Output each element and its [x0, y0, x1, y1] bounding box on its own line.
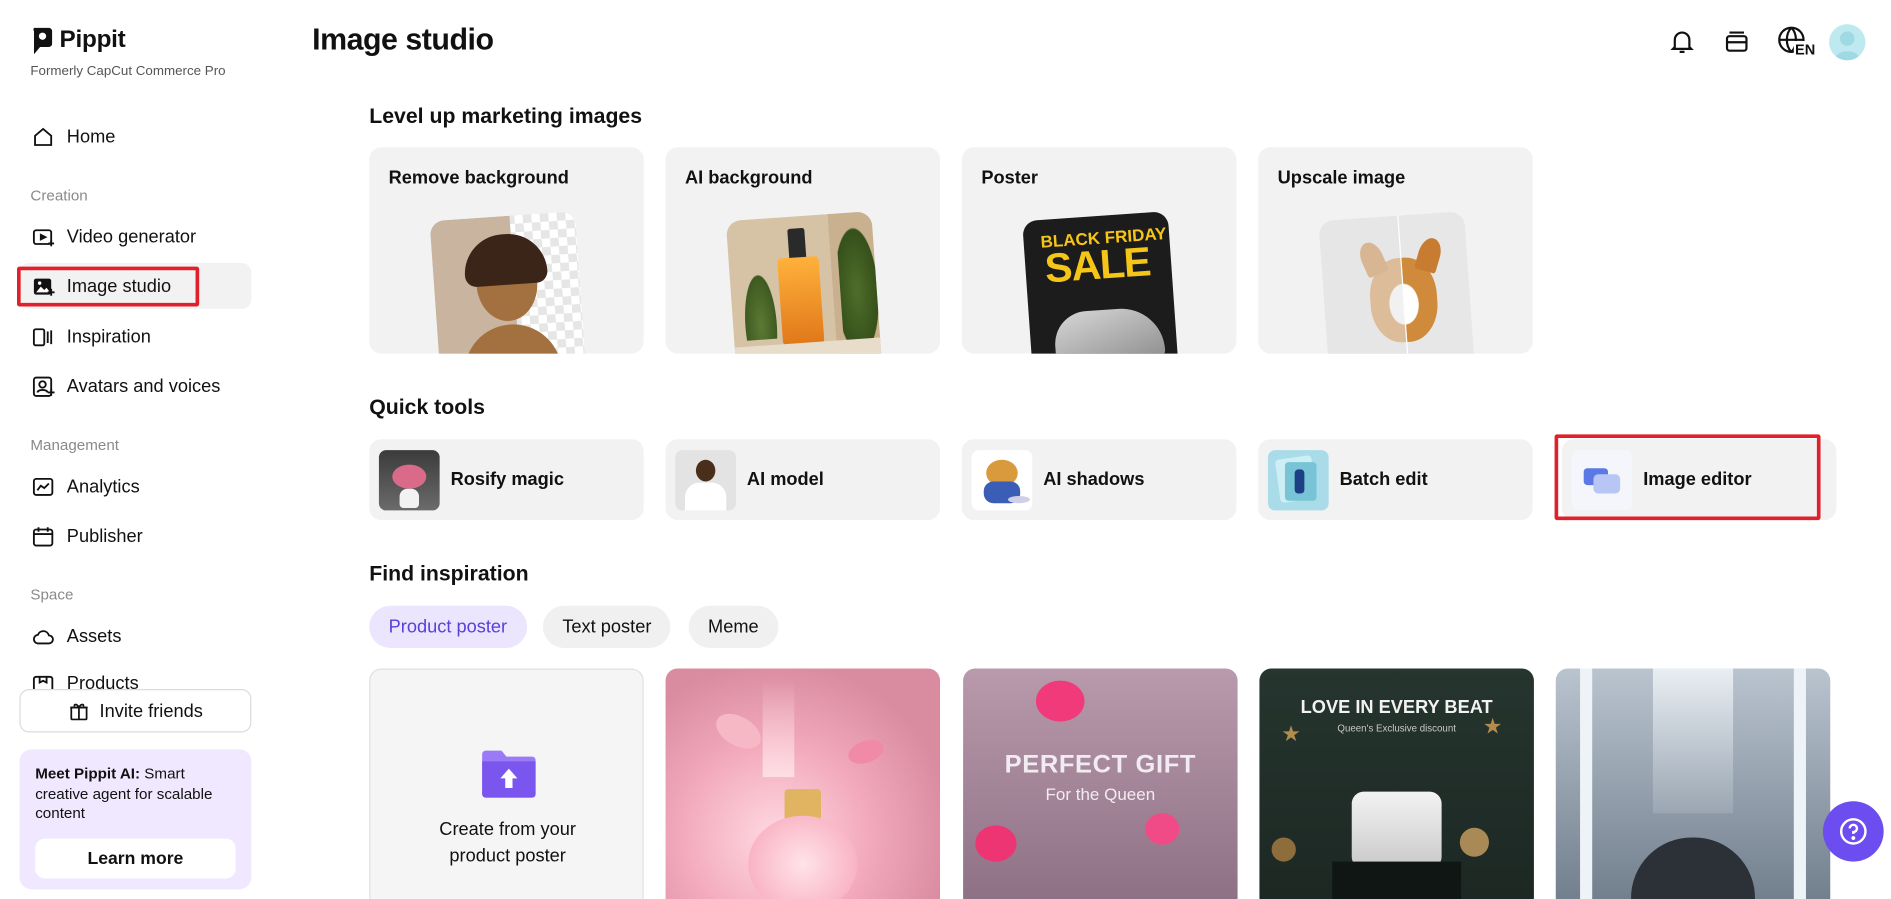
nav-products-label: Products — [66, 673, 139, 690]
avatar-silhouette-icon — [1833, 31, 1861, 61]
sidebar: Pippit Formerly CapCut Commerce Pro Home… — [0, 0, 274, 899]
nav-home[interactable]: Home — [19, 113, 251, 159]
create-from-poster-card[interactable]: Create from your product poster — [369, 668, 644, 899]
star-icon: ★ — [1482, 714, 1503, 739]
home-icon — [34, 127, 53, 146]
cloud-icon — [32, 629, 54, 644]
analytics-icon — [32, 477, 54, 496]
ai-shadows-thumbnail — [971, 449, 1033, 510]
rosify-magic-thumbnail — [378, 449, 440, 510]
promo-text: Meet Pippit AI: Smart creative agent for… — [35, 764, 235, 824]
brand-name: Pippit — [59, 26, 126, 54]
nav-products[interactable]: Products — [19, 662, 251, 690]
nav-video-generator[interactable]: Video generator — [19, 214, 251, 260]
nav-inspiration[interactable]: Inspiration — [19, 314, 251, 360]
inspiration-card-love-in-every-beat[interactable]: LOVE IN EVERY BEAT Queen's Exclusive dis… — [1259, 668, 1534, 899]
avatar-icon — [32, 376, 55, 397]
remove-background-label: Remove background — [388, 167, 569, 189]
section-space: Space — [30, 586, 74, 604]
batch-edit-label: Batch edit — [1339, 469, 1428, 490]
poster-label: Poster — [981, 167, 1039, 189]
poster-line-2: SALE — [1043, 239, 1152, 293]
ai-background-label: AI background — [684, 167, 813, 189]
invite-friends-button[interactable]: Invite friends — [19, 689, 252, 733]
inspiration-card-perfume[interactable] — [665, 668, 941, 899]
poster-card[interactable]: Poster BLACK FRIDAY SALE — [961, 147, 1237, 354]
inspiration-card-earbuds[interactable] — [1555, 668, 1831, 899]
ai-model-label: AI model — [746, 469, 824, 490]
find-inspiration-title: Find inspiration — [369, 561, 529, 586]
ai-background-thumbnail — [725, 211, 883, 354]
section-creation: Creation — [30, 187, 88, 204]
inspiration-card-perfect-gift[interactable]: PERFECT GIFT For the Queen — [963, 668, 1238, 899]
wallet-icon[interactable] — [1722, 27, 1751, 56]
upscale-image-card[interactable]: Upscale image — [1258, 147, 1533, 354]
tool-image-editor[interactable]: Image editor — [1554, 434, 1837, 521]
image-editor-thumbnail — [1571, 449, 1633, 510]
user-avatar[interactable] — [1829, 24, 1866, 61]
inspiration-icon — [32, 327, 53, 346]
question-icon — [1839, 818, 1867, 845]
pippit-logo-icon — [33, 27, 53, 54]
nav-publisher-label: Publisher — [66, 525, 143, 547]
nav-publisher[interactable]: Publisher — [19, 513, 251, 559]
tool-rosify-magic[interactable]: Rosify magic — [369, 439, 644, 521]
nav-analytics-label: Analytics — [66, 476, 140, 497]
chip-meme[interactable]: Meme — [688, 605, 779, 648]
learn-more-button[interactable]: Learn more — [35, 838, 236, 879]
upscale-image-label: Upscale image — [1277, 167, 1406, 189]
promo-bold: Meet Pippit AI: — [35, 765, 141, 782]
tool-ai-shadows[interactable]: AI shadows — [961, 439, 1237, 521]
video-generator-icon — [32, 228, 55, 246]
quick-tools-title: Quick tools — [369, 394, 485, 419]
section-management: Management — [30, 436, 119, 454]
language-selector[interactable]: EN — [1777, 25, 1818, 59]
rosify-magic-label: Rosify magic — [450, 469, 564, 490]
nav-analytics[interactable]: Analytics — [19, 463, 251, 509]
star-icon: ★ — [1281, 721, 1301, 746]
brand[interactable]: Pippit — [30, 26, 126, 55]
brand-subtitle: Formerly CapCut Commerce Pro — [30, 63, 226, 79]
help-button[interactable] — [1822, 801, 1884, 862]
gift-icon — [70, 703, 88, 721]
create-from-poster-text: Create from your product poster — [439, 819, 576, 867]
folder-upload-icon — [482, 750, 536, 798]
nav-image-studio[interactable]: Image studio — [17, 263, 252, 309]
remove-background-thumbnail — [429, 211, 586, 354]
ai-model-thumbnail — [675, 449, 736, 510]
upscale-image-thumbnail — [1318, 211, 1475, 354]
bell-icon[interactable] — [1668, 27, 1697, 56]
nav-assets-label: Assets — [66, 625, 122, 647]
invite-friends-label: Invite friends — [99, 700, 203, 722]
perfect-gift-title: PERFECT GIFT — [1004, 750, 1197, 779]
tool-batch-edit[interactable]: Batch edit — [1258, 439, 1533, 521]
perfect-gift-subtitle: For the Queen — [1045, 784, 1156, 804]
nav-video-generator-label: Video generator — [66, 226, 197, 247]
nav-inspiration-label: Inspiration — [66, 326, 151, 347]
ai-shadows-label: AI shadows — [1043, 469, 1145, 490]
calendar-icon — [32, 526, 54, 546]
language-code: EN — [1793, 41, 1816, 58]
products-icon — [32, 675, 54, 690]
promo-card: Meet Pippit AI: Smart creative agent for… — [19, 749, 252, 890]
ai-background-card[interactable]: AI background — [665, 147, 941, 354]
page-title: Image studio — [312, 22, 494, 57]
poster-thumbnail: BLACK FRIDAY SALE — [1022, 211, 1179, 354]
remove-background-card[interactable]: Remove background — [369, 147, 644, 354]
chip-text-poster[interactable]: Text poster — [542, 605, 671, 648]
batch-edit-thumbnail — [1267, 449, 1329, 510]
tool-ai-model[interactable]: AI model — [665, 439, 941, 521]
nav-avatars[interactable]: Avatars and voices — [19, 363, 251, 409]
marketing-section-title: Level up marketing images — [369, 103, 643, 128]
chip-product-poster[interactable]: Product poster — [369, 605, 527, 648]
nav-assets[interactable]: Assets — [19, 613, 251, 659]
nav-avatars-label: Avatars and voices — [66, 375, 221, 397]
nav-home-label: Home — [66, 126, 116, 147]
selection-highlight — [17, 266, 200, 307]
